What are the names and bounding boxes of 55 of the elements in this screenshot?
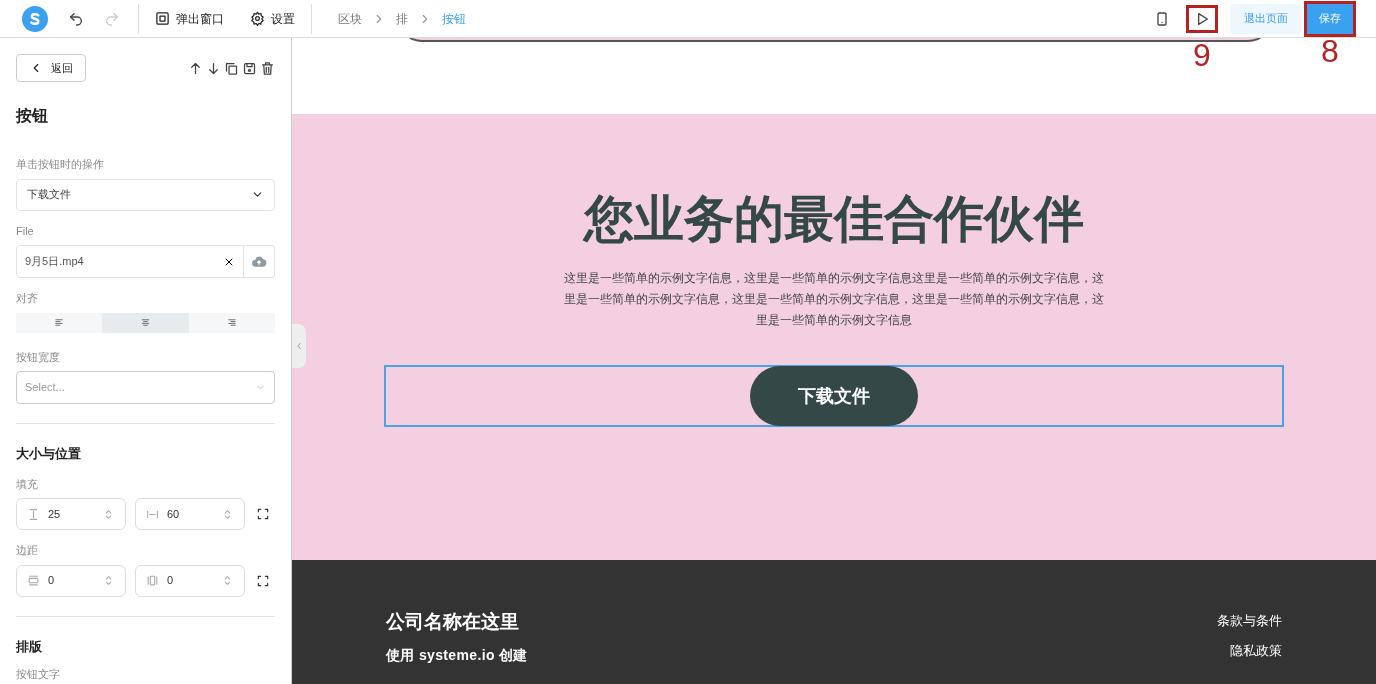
highlight-frame	[1304, 0, 1356, 37]
save-icon[interactable]	[242, 60, 257, 76]
number-field[interactable]: 0	[16, 564, 126, 597]
horizontal-spacing-icon	[146, 574, 159, 587]
field-label: 按钮文字	[16, 667, 61, 682]
popup-button[interactable]: 弹出窗口	[155, 9, 224, 28]
breadcrumb-item[interactable]: 排	[396, 9, 408, 28]
align-button[interactable]	[102, 312, 189, 333]
field-label: File	[16, 223, 35, 239]
trash-icon[interactable]	[260, 60, 275, 76]
vertical-spacing-icon	[27, 507, 40, 521]
credit-text: 使用 systeme.io 创建	[386, 645, 528, 665]
mobile-icon[interactable]	[1154, 10, 1170, 27]
file-field[interactable]: 9月5日.mp4	[16, 245, 244, 278]
highlight-frame	[1186, 4, 1218, 33]
action-select[interactable]: 下载文件	[16, 178, 275, 211]
undo-icon[interactable]	[68, 10, 84, 27]
back-button[interactable]: 返回	[16, 54, 86, 82]
expand-icon[interactable]	[256, 573, 270, 588]
collapse-handle[interactable]	[292, 324, 306, 368]
section-title: 排版	[16, 637, 43, 656]
number-field[interactable]: 60	[135, 498, 245, 530]
hero-text: 这里是一些简单的示例文字信息，这里是一些简单的示例文字信息这里是一些简单的示例文字信息，这里是一些简单的示例文字信息，这里是一些简单的示例文字信息，这里是一些简单的示例文字信息，这里是一些简单的示例文字信息	[563, 270, 1105, 329]
annotation-number: 9	[1193, 38, 1211, 71]
settings-button[interactable]: 设置	[250, 9, 295, 28]
download-button[interactable]: 下载文件	[750, 366, 918, 426]
chevron-left-icon	[294, 341, 304, 351]
footer-link[interactable]: 条款与条件	[1217, 611, 1282, 631]
upload-button[interactable]	[244, 245, 275, 278]
align-right-icon	[226, 317, 238, 328]
copy-icon[interactable]	[224, 60, 239, 76]
move-up-icon[interactable]	[188, 60, 203, 76]
field-label: 单击按钮时的操作	[16, 157, 105, 172]
annotation-number: 8	[1321, 34, 1339, 67]
number-field[interactable]: 25	[16, 498, 126, 530]
panel-title: 按钮	[16, 106, 49, 126]
redo-icon[interactable]	[104, 10, 120, 27]
footer-link[interactable]: 隐私政策	[1230, 640, 1282, 660]
section-title: 大小与位置	[16, 445, 82, 463]
expand-icon[interactable]	[256, 507, 270, 521]
field-label: 对齐	[16, 291, 39, 306]
move-down-icon[interactable]	[206, 60, 221, 76]
align-left-icon	[53, 317, 65, 328]
company-name: 公司名称在这里	[386, 610, 520, 634]
breadcrumb-item[interactable]: 区块	[338, 9, 362, 28]
field-label: 填充	[16, 476, 39, 492]
vertical-spacing-icon	[27, 574, 40, 587]
logo-icon[interactable]	[22, 5, 48, 32]
field-label: 边距	[16, 543, 39, 558]
align-center-icon	[140, 317, 151, 328]
hero-headline: 您业务的最佳合作伙伴	[584, 190, 1084, 249]
settings-icon	[250, 11, 265, 26]
field-label: 按钮宽度	[16, 349, 61, 365]
number-field[interactable]: 0	[135, 564, 245, 597]
window-icon	[155, 11, 170, 26]
